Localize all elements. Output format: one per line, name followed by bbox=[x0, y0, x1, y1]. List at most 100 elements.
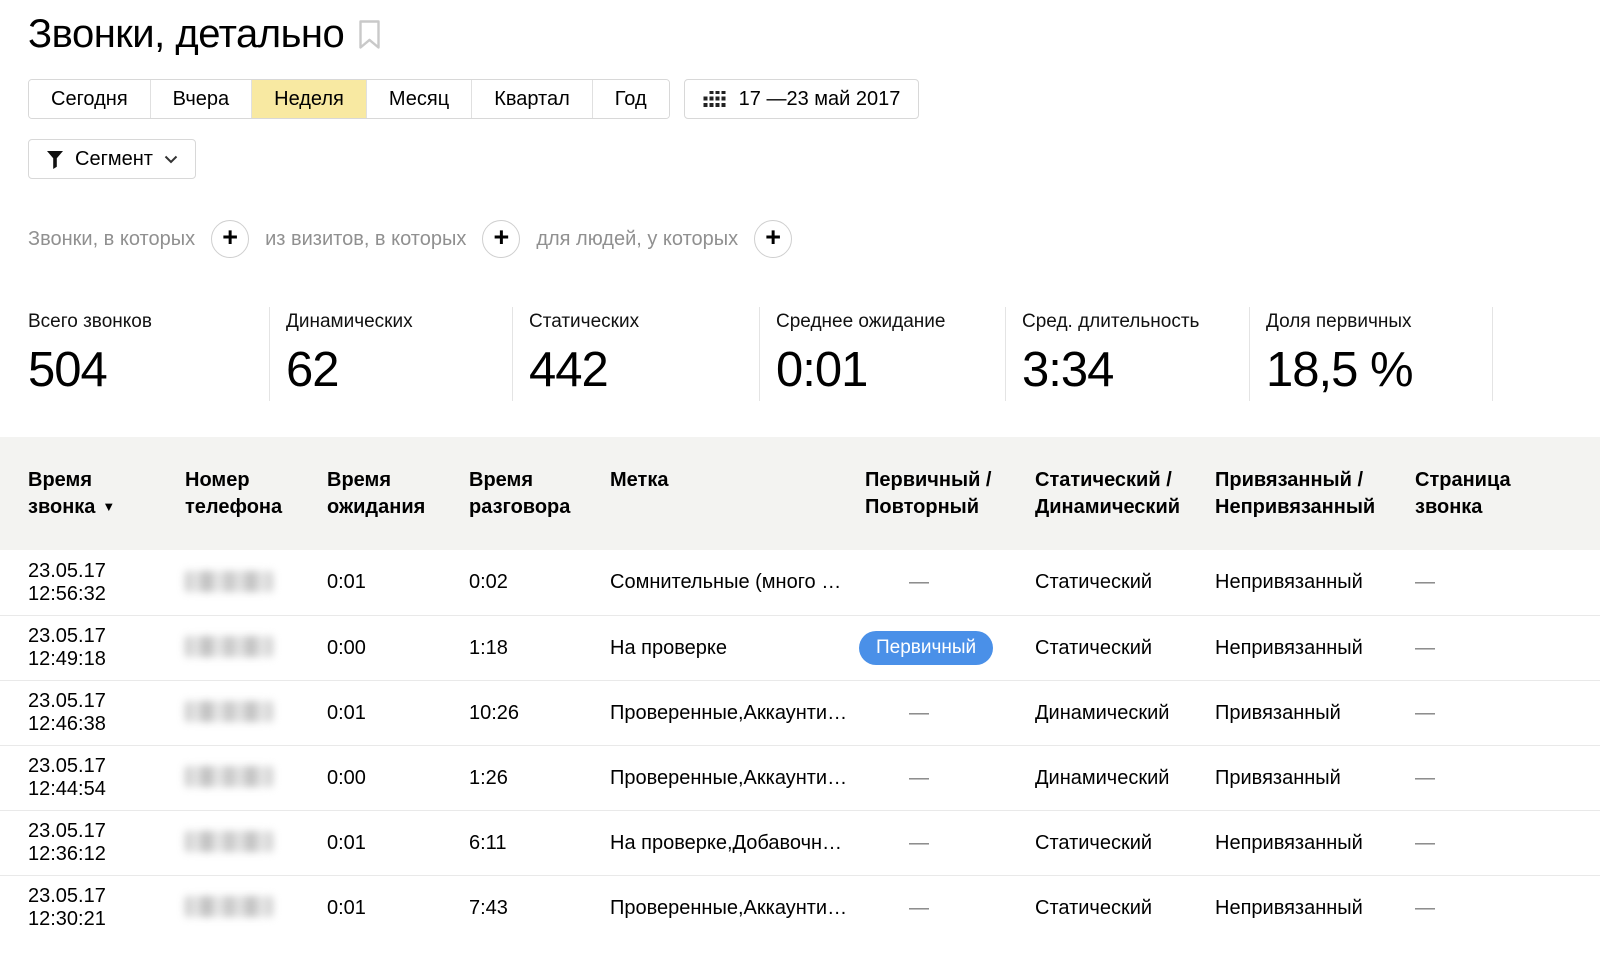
wait-time: 0:01 bbox=[327, 832, 469, 855]
calendar-icon bbox=[703, 91, 726, 108]
primary-repeat: — bbox=[865, 702, 1035, 725]
static-dynamic: Статический bbox=[1035, 832, 1215, 855]
tab-quarter[interactable]: Квартал bbox=[471, 80, 592, 118]
bound-unbound: Непривязанный bbox=[1215, 571, 1415, 594]
funnel-icon bbox=[46, 150, 64, 169]
talk-time: 1:26 bbox=[469, 767, 610, 790]
phone-number-blurred bbox=[185, 896, 273, 917]
column-header-primary-repeat[interactable]: Первичный / Повторный bbox=[865, 467, 1035, 521]
primary-repeat: — bbox=[865, 767, 1035, 790]
tab-yesterday[interactable]: Вчера bbox=[150, 80, 251, 118]
call-time: 23.05.17 12:44:54 bbox=[0, 755, 185, 801]
segment-label: Сегмент bbox=[75, 148, 153, 171]
phone-number-blurred bbox=[185, 766, 273, 787]
phone-number-blurred bbox=[185, 636, 273, 657]
metric-avg-wait: Среднее ожидание 0:01 bbox=[760, 307, 1006, 401]
wait-time: 0:01 bbox=[327, 897, 469, 920]
static-dynamic: Статический bbox=[1035, 897, 1215, 920]
plus-icon: + bbox=[765, 224, 781, 251]
wait-time: 0:00 bbox=[327, 637, 469, 660]
metric-dynamic: Динамических 62 bbox=[270, 307, 513, 401]
metric-label: Доля первичных bbox=[1266, 311, 1492, 333]
period-tab-group: Сегодня Вчера Неделя Месяц Квартал Год bbox=[28, 79, 670, 119]
column-header-talk-time[interactable]: Время разговора bbox=[469, 467, 610, 521]
call-tag: Сомнительные (много … bbox=[610, 571, 865, 594]
column-header-call-page[interactable]: Страница звонка bbox=[1415, 467, 1600, 521]
table-row[interactable]: 23.05.17 12:36:12 0:01 6:11 На проверке,… bbox=[0, 810, 1600, 875]
plus-icon: + bbox=[222, 224, 238, 251]
metric-value: 18,5 % bbox=[1266, 342, 1492, 398]
add-people-filter-button[interactable]: + bbox=[754, 220, 792, 258]
sort-desc-icon: ▼ bbox=[102, 499, 115, 514]
segment-button[interactable]: Сегмент bbox=[28, 139, 196, 179]
tab-year[interactable]: Год bbox=[592, 80, 669, 118]
call-tag: Проверенные,Аккаунти… bbox=[610, 702, 865, 725]
bookmark-button[interactable] bbox=[358, 19, 381, 50]
metric-label: Среднее ожидание bbox=[776, 311, 1005, 333]
add-call-filter-button[interactable]: + bbox=[211, 220, 249, 258]
metric-value: 442 bbox=[529, 342, 759, 398]
column-header-phone[interactable]: Номер телефона bbox=[185, 467, 327, 521]
call-page: — bbox=[1415, 637, 1600, 660]
metric-label: Сред. длительность bbox=[1022, 311, 1249, 333]
table-row[interactable]: 23.05.17 12:56:32 0:01 0:02 Сомнительные… bbox=[0, 550, 1600, 615]
tab-today[interactable]: Сегодня bbox=[29, 80, 150, 118]
call-tag: На проверке bbox=[610, 637, 865, 660]
table-row[interactable]: 23.05.17 12:30:21 0:01 7:43 Проверенные,… bbox=[0, 875, 1600, 940]
talk-time: 1:18 bbox=[469, 637, 610, 660]
talk-time: 7:43 bbox=[469, 897, 610, 920]
metric-primary-share: Доля первичных 18,5 % bbox=[1250, 307, 1493, 401]
metric-label: Всего звонков bbox=[28, 311, 269, 333]
column-header-wait-time[interactable]: Время ожидания bbox=[327, 467, 469, 521]
call-page: — bbox=[1415, 832, 1600, 855]
talk-time: 10:26 bbox=[469, 702, 610, 725]
call-page: — bbox=[1415, 897, 1600, 920]
chevron-down-icon bbox=[164, 155, 178, 164]
call-page: — bbox=[1415, 767, 1600, 790]
wait-time: 0:00 bbox=[327, 767, 469, 790]
filter-builder: Звонки, в которых + из визитов, в которы… bbox=[0, 219, 1600, 259]
wait-time: 0:01 bbox=[327, 571, 469, 594]
page-title: Звонки, детально bbox=[28, 12, 344, 57]
talk-time: 0:02 bbox=[469, 571, 610, 594]
metric-total-calls: Всего звонков 504 bbox=[28, 307, 270, 401]
table-row[interactable]: 23.05.17 12:49:18 0:00 1:18 На проверке … bbox=[0, 615, 1600, 680]
bound-unbound: Непривязанный bbox=[1215, 832, 1415, 855]
column-header-static-dynamic[interactable]: Статический / Динамический bbox=[1035, 467, 1215, 521]
column-header-bound-unbound[interactable]: Привязанный / Непривязанный bbox=[1215, 467, 1415, 521]
call-tag: Проверенные,Аккаунти… bbox=[610, 897, 865, 920]
column-header-call-time[interactable]: Время звонка▼ bbox=[0, 467, 185, 522]
phone-number bbox=[185, 633, 327, 663]
table-row[interactable]: 23.05.17 12:44:54 0:00 1:26 Проверенные,… bbox=[0, 745, 1600, 810]
call-page: — bbox=[1415, 571, 1600, 594]
bound-unbound: Привязанный bbox=[1215, 767, 1415, 790]
bookmark-icon bbox=[358, 19, 381, 50]
add-visit-filter-button[interactable]: + bbox=[482, 220, 520, 258]
phone-number bbox=[185, 893, 327, 923]
call-time: 23.05.17 12:46:38 bbox=[0, 690, 185, 736]
tab-month[interactable]: Месяц bbox=[366, 80, 471, 118]
wait-time: 0:01 bbox=[327, 702, 469, 725]
phone-number bbox=[185, 568, 327, 598]
static-dynamic: Динамический bbox=[1035, 702, 1215, 725]
table-row[interactable]: 23.05.17 12:46:38 0:01 10:26 Проверенные… bbox=[0, 680, 1600, 745]
phone-number-blurred bbox=[185, 831, 273, 852]
metric-value: 3:34 bbox=[1022, 342, 1249, 398]
calls-table: Время звонка▼ Номер телефона Время ожида… bbox=[0, 437, 1600, 940]
primary-repeat: — bbox=[865, 897, 1035, 920]
static-dynamic: Статический bbox=[1035, 571, 1215, 594]
primary-repeat: — bbox=[865, 832, 1035, 855]
metrics-summary: Всего звонков 504 Динамических 62 Статич… bbox=[28, 307, 1600, 401]
column-header-tag[interactable]: Метка bbox=[610, 467, 865, 494]
tab-week[interactable]: Неделя bbox=[251, 80, 366, 118]
plus-icon: + bbox=[493, 224, 509, 251]
primary-repeat: Первичный bbox=[865, 631, 1035, 665]
static-dynamic: Динамический bbox=[1035, 767, 1215, 790]
phone-number bbox=[185, 763, 327, 793]
call-page: — bbox=[1415, 702, 1600, 725]
date-range-label: 17 —23 май 2017 bbox=[739, 88, 901, 111]
primary-repeat: — bbox=[865, 571, 1035, 594]
metric-value: 504 bbox=[28, 342, 269, 398]
date-range-picker[interactable]: 17 —23 май 2017 bbox=[684, 79, 920, 119]
call-time: 23.05.17 12:36:12 bbox=[0, 820, 185, 866]
